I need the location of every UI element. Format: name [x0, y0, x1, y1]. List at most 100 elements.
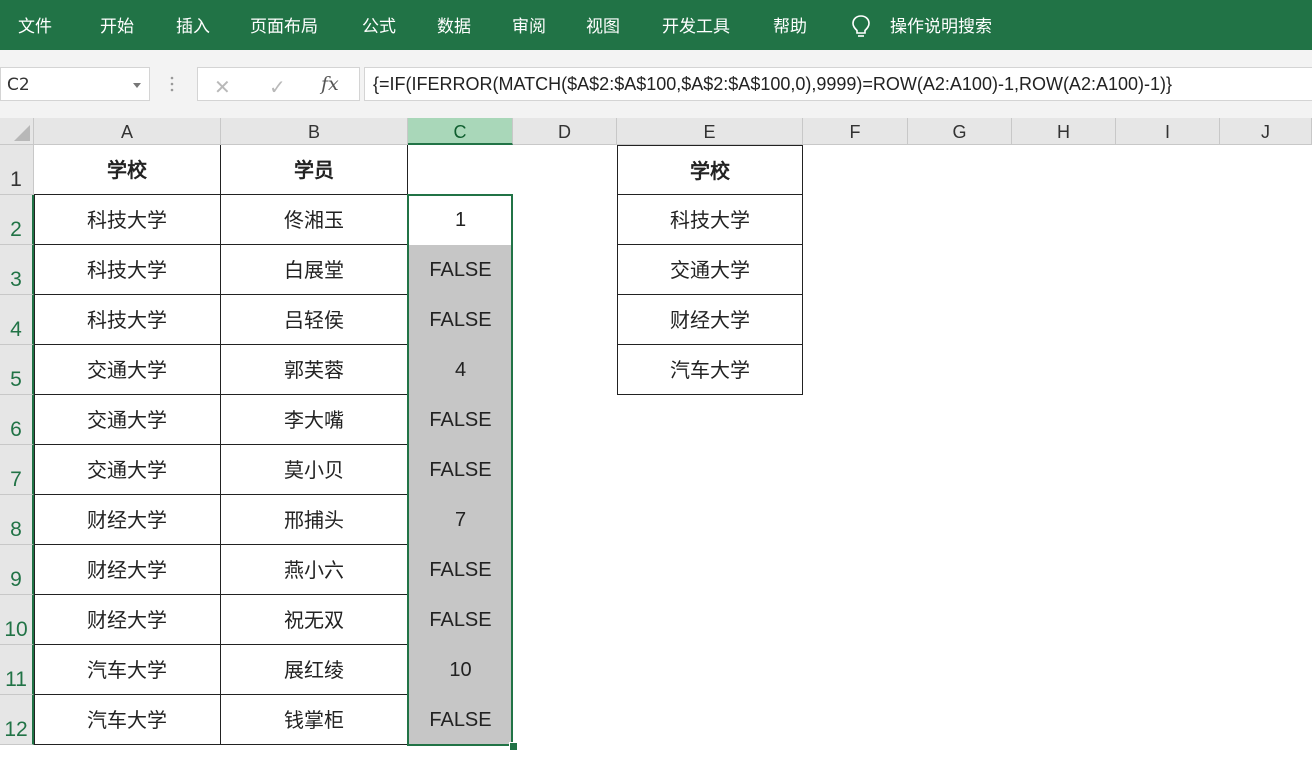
- column-header-b[interactable]: B: [221, 118, 408, 145]
- row-number: 2: [10, 218, 22, 241]
- drag-handle-icon[interactable]: [167, 74, 177, 94]
- row-number: 12: [4, 718, 28, 741]
- row-header-7[interactable]: 7: [0, 445, 34, 495]
- tab-formulas[interactable]: 公式: [362, 0, 396, 50]
- fill-handle[interactable]: [509, 742, 518, 751]
- cell-student[interactable]: 燕小六: [221, 545, 408, 595]
- tab-help[interactable]: 帮助: [773, 0, 807, 50]
- row-number: 8: [10, 518, 22, 541]
- cell-school[interactable]: 交通大学: [34, 395, 221, 445]
- select-all-button[interactable]: [0, 118, 34, 145]
- row-number: 6: [10, 418, 22, 441]
- row-number: 1: [10, 168, 22, 191]
- cell-school[interactable]: 汽车大学: [34, 695, 221, 745]
- unique-school[interactable]: 科技大学: [617, 195, 803, 245]
- cell-school[interactable]: 科技大学: [34, 295, 221, 345]
- cell-result[interactable]: FALSE: [408, 695, 513, 745]
- cell-student[interactable]: 祝无双: [221, 595, 408, 645]
- row-number: 4: [10, 318, 22, 341]
- cell-result[interactable]: FALSE: [408, 545, 513, 595]
- row-header-3[interactable]: 3: [0, 245, 34, 295]
- column-header-j[interactable]: J: [1220, 118, 1312, 145]
- cell-student[interactable]: 吕轻侯: [221, 295, 408, 345]
- column-header-e[interactable]: E: [617, 118, 803, 145]
- cell-school[interactable]: 科技大学: [34, 245, 221, 295]
- worksheet-grid[interactable]: A B C D E F G H I J 1 2 3 4 5 6 7 8 9 10 11 12 学校 学员 科技大学 科技大学 科技大…: [0, 118, 1312, 770]
- formula-text: {=IF(IFERROR(MATCH($A$2:$A$100,$A$2:$A$1…: [373, 74, 1172, 94]
- name-box[interactable]: C2: [0, 67, 150, 101]
- cell-school[interactable]: 财经大学: [34, 595, 221, 645]
- name-box-value: C2: [7, 75, 30, 95]
- unique-school[interactable]: 汽车大学: [617, 345, 803, 395]
- header-student[interactable]: 学员: [221, 145, 408, 195]
- tab-data[interactable]: 数据: [437, 0, 471, 50]
- row-header-9[interactable]: 9: [0, 545, 34, 595]
- row-number: 5: [10, 368, 22, 391]
- cell-student[interactable]: 邢捕头: [221, 495, 408, 545]
- cell-school[interactable]: 财经大学: [34, 545, 221, 595]
- unique-school[interactable]: 财经大学: [617, 295, 803, 345]
- cell-result[interactable]: 10: [408, 645, 513, 695]
- row-header-11[interactable]: 11: [0, 645, 34, 695]
- cell-student[interactable]: 佟湘玉: [221, 195, 408, 245]
- tell-me-search[interactable]: 操作说明搜索: [890, 0, 992, 50]
- row-header-6[interactable]: 6: [0, 395, 34, 445]
- chevron-down-icon[interactable]: [133, 83, 141, 88]
- insert-function-icon[interactable]: fx: [321, 73, 339, 95]
- cell-result[interactable]: 1: [408, 195, 513, 245]
- cell-result[interactable]: 7: [408, 495, 513, 545]
- row-header-12[interactable]: 12: [0, 695, 34, 745]
- cell-student[interactable]: 郭芙蓉: [221, 345, 408, 395]
- column-header-i[interactable]: I: [1116, 118, 1220, 145]
- column-header-h[interactable]: H: [1012, 118, 1116, 145]
- tab-view[interactable]: 视图: [586, 0, 620, 50]
- cell-school[interactable]: 汽车大学: [34, 645, 221, 695]
- lightbulb-icon[interactable]: [851, 14, 871, 40]
- row-number: 9: [10, 568, 22, 591]
- cell-result[interactable]: FALSE: [408, 395, 513, 445]
- ribbon-menu-bar: 文件 开始 插入 页面布局 公式 数据 审阅 视图 开发工具 帮助 操作说明搜索: [0, 0, 1312, 50]
- column-header-f[interactable]: F: [803, 118, 908, 145]
- cell-student[interactable]: 李大嘴: [221, 395, 408, 445]
- row-header-5[interactable]: 5: [0, 345, 34, 395]
- tab-review[interactable]: 审阅: [512, 0, 546, 50]
- formula-input[interactable]: {=IF(IFERROR(MATCH($A$2:$A$100,$A$2:$A$1…: [364, 67, 1312, 101]
- cancel-icon[interactable]: ✕: [214, 75, 231, 99]
- tab-insert[interactable]: 插入: [176, 0, 210, 50]
- row-header-8[interactable]: 8: [0, 495, 34, 545]
- column-header-a[interactable]: A: [34, 118, 221, 145]
- formula-buttons: ✕ ✓ fx: [197, 67, 360, 101]
- tab-home[interactable]: 开始: [100, 0, 134, 50]
- column-header-g[interactable]: G: [908, 118, 1012, 145]
- enter-check-icon[interactable]: ✓: [269, 75, 286, 99]
- formula-bar-row: C2 ✕ ✓ fx {=IF(IFERROR(MATCH($A$2:$A$100…: [0, 50, 1312, 118]
- cell-student[interactable]: 白展堂: [221, 245, 408, 295]
- row-header-10[interactable]: 10: [0, 595, 34, 645]
- cell-result[interactable]: FALSE: [408, 295, 513, 345]
- unique-school[interactable]: 交通大学: [617, 245, 803, 295]
- cell-result[interactable]: FALSE: [408, 595, 513, 645]
- cell-school[interactable]: 交通大学: [34, 445, 221, 495]
- header-school[interactable]: 学校: [34, 145, 221, 195]
- cell-result[interactable]: FALSE: [408, 245, 513, 295]
- tab-page-layout[interactable]: 页面布局: [250, 0, 318, 50]
- column-header-d[interactable]: D: [513, 118, 617, 145]
- row-number: 11: [5, 668, 27, 691]
- cell-result[interactable]: 4: [408, 345, 513, 395]
- cell-result[interactable]: FALSE: [408, 445, 513, 495]
- tab-developer[interactable]: 开发工具: [662, 0, 730, 50]
- column-header-c[interactable]: C: [408, 118, 513, 145]
- unique-header-school[interactable]: 学校: [617, 145, 803, 195]
- cell-school[interactable]: 交通大学: [34, 345, 221, 395]
- row-header-1[interactable]: 1: [0, 145, 34, 195]
- cell-student[interactable]: 莫小贝: [221, 445, 408, 495]
- row-number: 10: [4, 618, 28, 641]
- cell-student[interactable]: 钱掌柜: [221, 695, 408, 745]
- row-header-4[interactable]: 4: [0, 295, 34, 345]
- row-header-2[interactable]: 2: [0, 195, 34, 245]
- tab-file[interactable]: 文件: [18, 0, 52, 50]
- cell-student[interactable]: 展红绫: [221, 645, 408, 695]
- cell-school[interactable]: 财经大学: [34, 495, 221, 545]
- row-number: 7: [10, 468, 22, 491]
- cell-school[interactable]: 科技大学: [34, 195, 221, 245]
